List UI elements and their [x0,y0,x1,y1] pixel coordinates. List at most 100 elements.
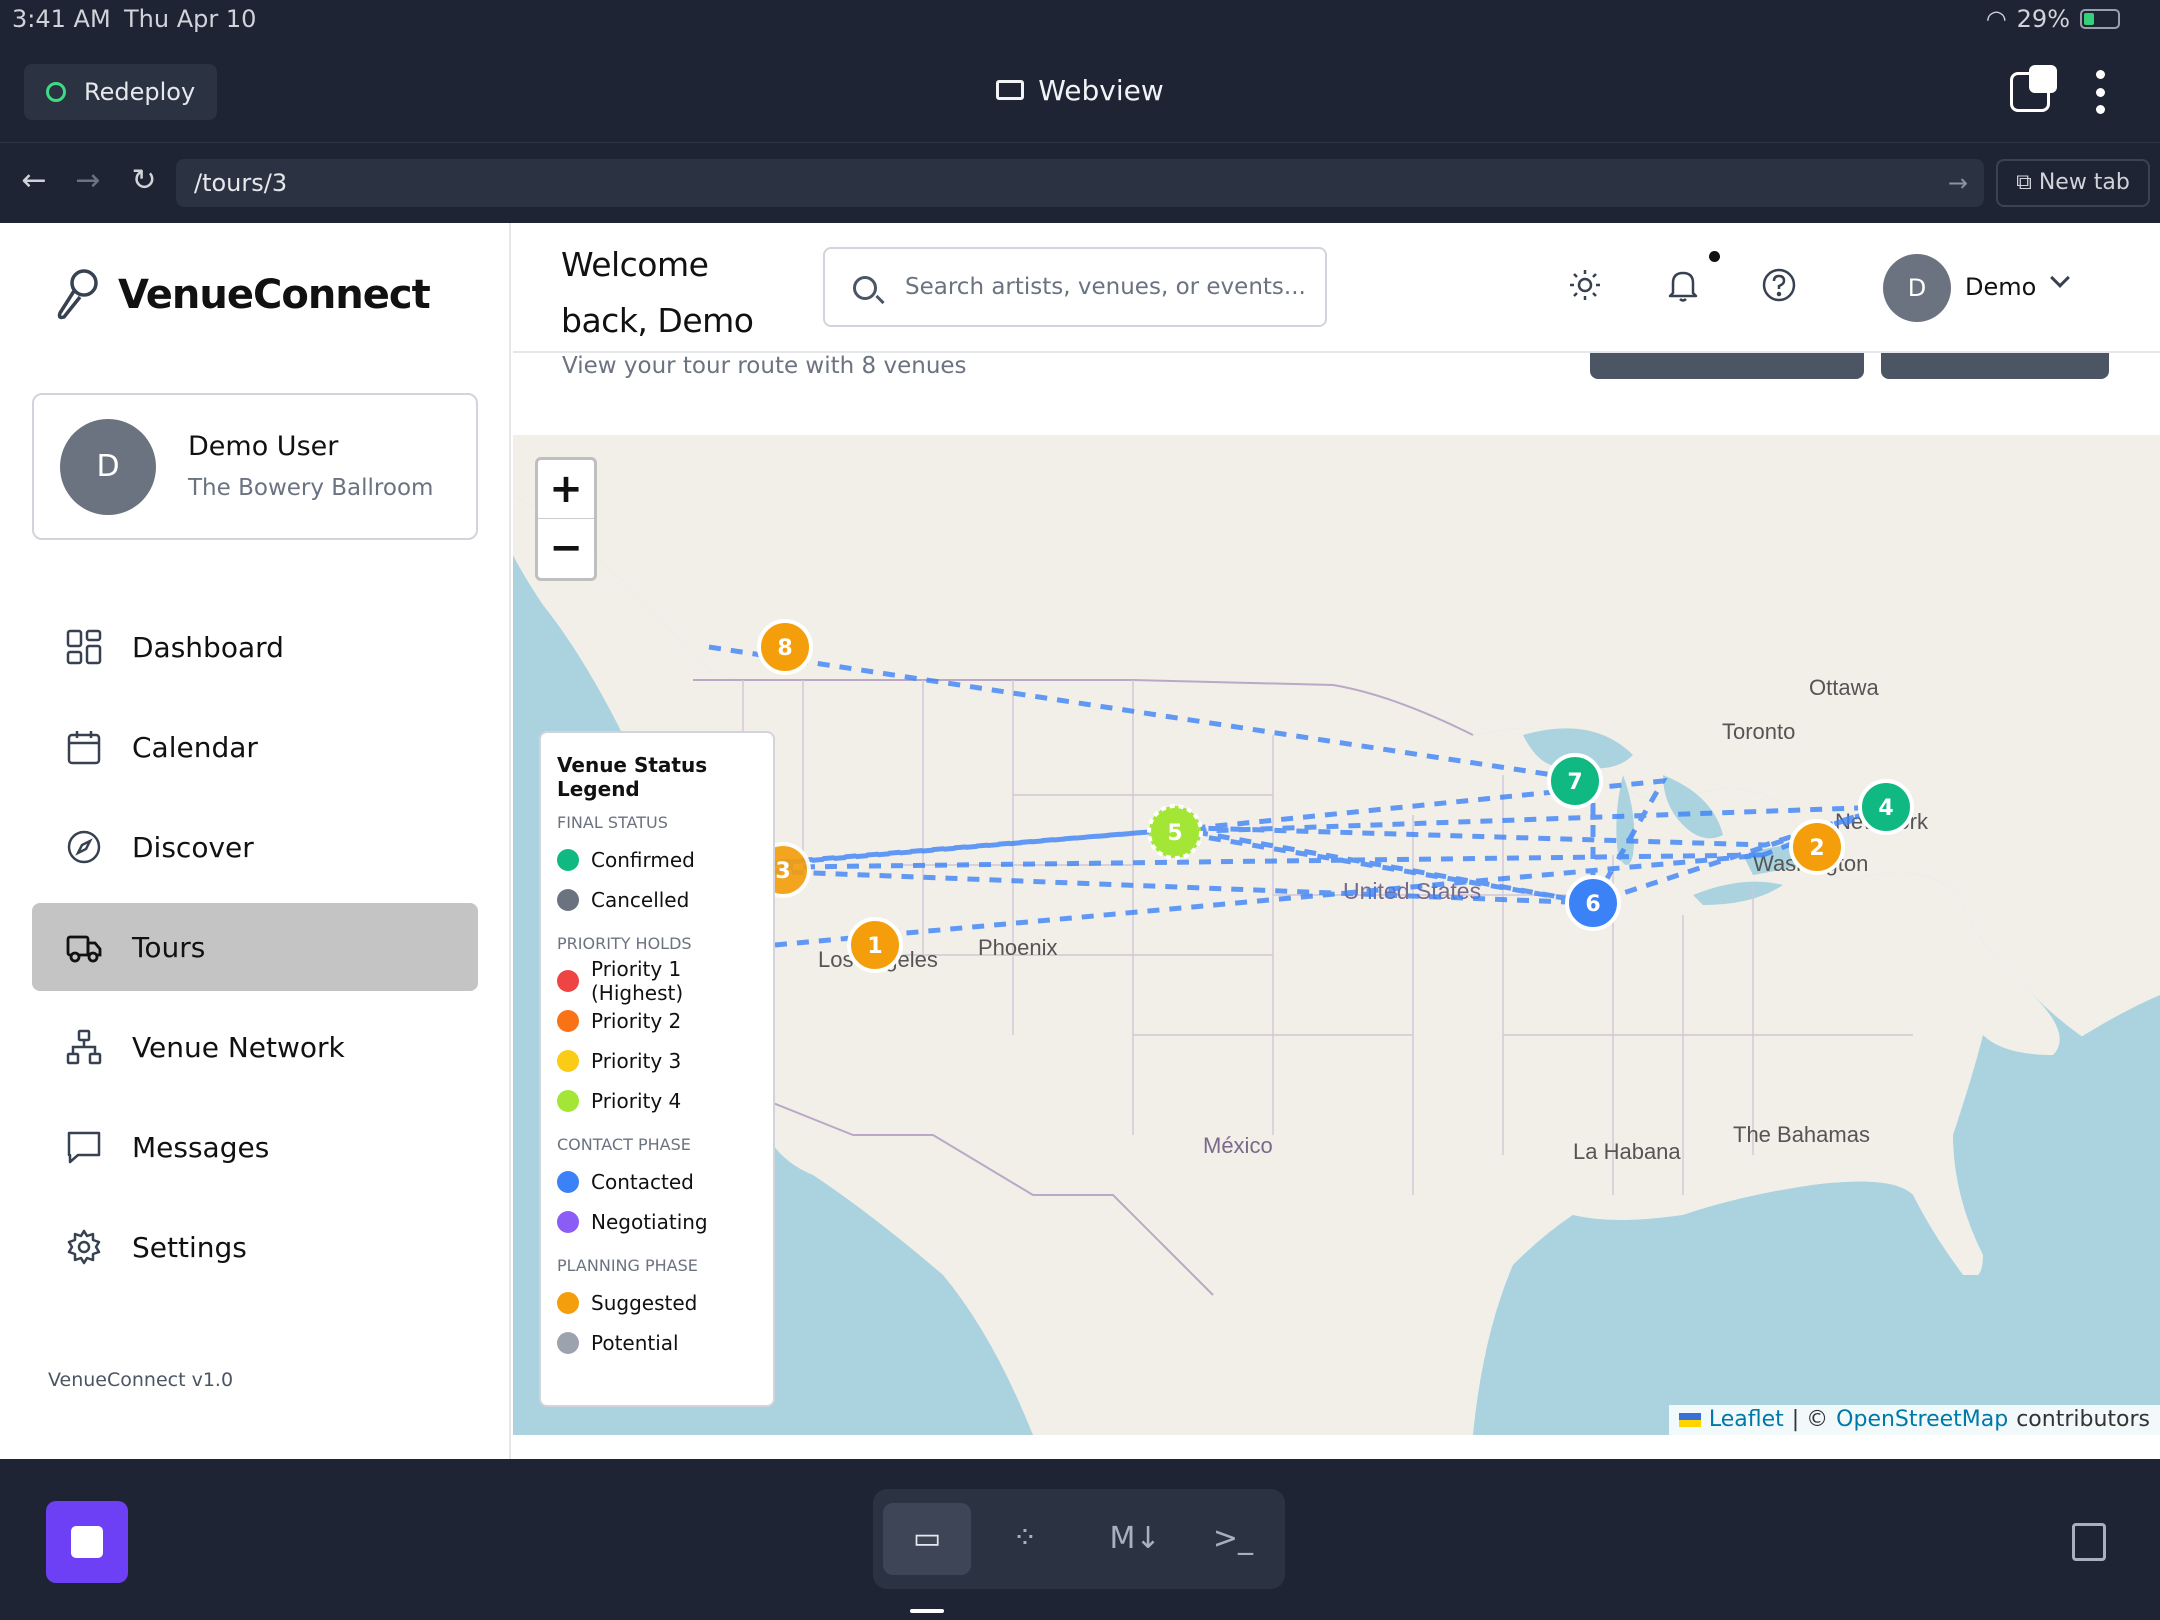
legend-item: Potential [557,1323,757,1363]
sidebar-item-venue-network[interactable]: Venue Network [32,1003,478,1091]
status-swatch [557,1050,579,1072]
legend-item-label: Priority 4 [591,1089,682,1113]
status-swatch [557,1171,579,1193]
battery-icon [2080,9,2120,29]
webview-title: Webview [0,74,2160,107]
tour-map[interactable]: Ottawa Toronto Washington New York Unite… [513,435,2160,1435]
venue-marker[interactable]: 1 [847,917,903,973]
forward-arrow-icon[interactable]: → [68,161,108,201]
terminal-icon[interactable]: >_ [1189,1503,1277,1575]
search-input[interactable] [905,249,1305,325]
theme-toggle-icon[interactable] [1567,267,1603,303]
marker-label: 2 [1809,836,1824,861]
url-text: /tours/3 [194,169,288,197]
brand[interactable]: VenueConnect [54,267,431,323]
status-swatch [557,849,579,871]
bell-icon[interactable] [1665,267,1701,303]
marker-label: 7 [1567,770,1582,795]
split-view-icon[interactable] [2072,1523,2106,1561]
leaflet-link[interactable]: Leaflet [1709,1405,1784,1435]
reload-icon[interactable]: ↻ [124,161,164,201]
status-swatch [557,1090,579,1112]
new-tab-button[interactable]: ⧉ New tab [1996,159,2150,207]
stop-button[interactable] [46,1501,128,1583]
marker-label: 1 [867,934,882,959]
legend-item: Priority 2 [557,1001,757,1041]
venue-marker[interactable]: 4 [1858,779,1914,835]
chevron-down-icon[interactable] [2050,268,2070,288]
wifi-icon: ◠ [1985,5,2007,33]
marker-label: 8 [777,636,792,661]
legend-item: Contacted [557,1162,757,1202]
legend-group-title: PLANNING PHASE [557,1256,698,1275]
venue-marker[interactable]: 8 [757,619,813,675]
sidebar-item-settings[interactable]: Settings [32,1203,478,1291]
home-indicator [910,1609,944,1613]
status-swatch [557,1211,579,1233]
search-box[interactable] [823,247,1327,327]
markdown-icon[interactable]: M↓ [1091,1503,1179,1575]
new-tab-label: New tab [2038,170,2130,195]
ios-status-bar: 3:41 AM Thu Apr 10 ◠ 29% [0,0,2160,38]
venue-marker[interactable]: 7 [1547,753,1603,809]
status-swatch [557,889,579,911]
marker-label: 6 [1585,892,1600,917]
sidebar-item-label: Tours [132,930,206,964]
go-arrow-icon[interactable]: → [1948,159,1968,207]
user-card[interactable]: D Demo User The Bowery Ballroom [32,393,478,540]
sidebar-item-messages[interactable]: Messages [32,1103,478,1191]
app-frame: VenueConnect D Demo User The Bowery Ball… [0,223,2160,1459]
legend-item: Suggested [557,1283,757,1323]
legend-item-label: Negotiating [591,1210,708,1234]
legend-item-label: Contacted [591,1170,694,1194]
header-action-button[interactable] [1881,353,2109,379]
sidebar-item-tours[interactable]: Tours [32,903,478,991]
tabs-button[interactable] [2010,65,2057,112]
status-swatch [557,1292,579,1314]
zoom-out-button[interactable]: − [538,519,594,578]
osm-link[interactable]: OpenStreetMap [1836,1405,2008,1435]
marker-label: 4 [1878,796,1893,821]
venue-marker[interactable]: 6 [1565,875,1621,931]
header-action-button[interactable] [1590,353,1864,379]
legend-item-label: Suggested [591,1291,698,1315]
battery-percent: 29% [2016,5,2070,33]
legend-item: Negotiating [557,1202,757,1242]
back-arrow-icon[interactable]: ← [14,161,54,201]
version-label: VenueConnect v1.0 [48,1369,234,1391]
sidebar-item-label: Calendar [132,730,258,764]
zoom-control: + − [535,457,597,581]
venue-marker[interactable]: 2 [1789,819,1845,875]
marker-label: 5 [1167,821,1182,846]
venue-marker[interactable]: 5 [1147,804,1203,860]
more-menu-icon[interactable] [2094,70,2106,114]
grid-icon[interactable]: ⁘ [981,1503,1069,1575]
sidebar-item-label: Settings [132,1230,247,1264]
header-user-name[interactable]: Demo [1965,273,2036,301]
webview-toolbar: Redeploy Webview [0,38,2160,143]
legend-item-label: Priority 2 [591,1009,682,1033]
brand-name: VenueConnect [118,272,431,318]
sidebar-item-dashboard[interactable]: Dashboard [32,603,478,691]
dashboard-icon [66,629,102,665]
legend-group-title: PRIORITY HOLDS [557,934,692,953]
url-bar[interactable]: /tours/3 → [176,159,1984,207]
status-time: 3:41 AM [12,5,111,33]
zoom-in-button[interactable]: + [538,460,594,519]
help-icon[interactable] [1761,267,1797,303]
sidebar: VenueConnect D Demo User The Bowery Ball… [0,223,511,1459]
sidebar-item-calendar[interactable]: Calendar [32,703,478,791]
avatar[interactable]: D [1883,254,1951,322]
monitor-icon[interactable]: ▭ [883,1503,971,1575]
url-toolbar: ← → ↻ /tours/3 → ⧉ New tab [0,143,2160,223]
sidebar-item-discover[interactable]: Discover [32,803,478,891]
network-icon [66,1029,102,1065]
compass-icon [67,830,101,864]
calendar-icon [67,731,101,765]
bottom-dock: ▭ ⁘ M↓ >_ [0,1459,2160,1620]
attribution-separator: | © [1791,1407,1829,1432]
attribution-suffix: contributors [2016,1407,2150,1432]
ukraine-flag-icon [1678,1413,1701,1427]
sidebar-item-label: Dashboard [132,630,284,664]
sidebar-item-label: Discover [132,830,254,864]
